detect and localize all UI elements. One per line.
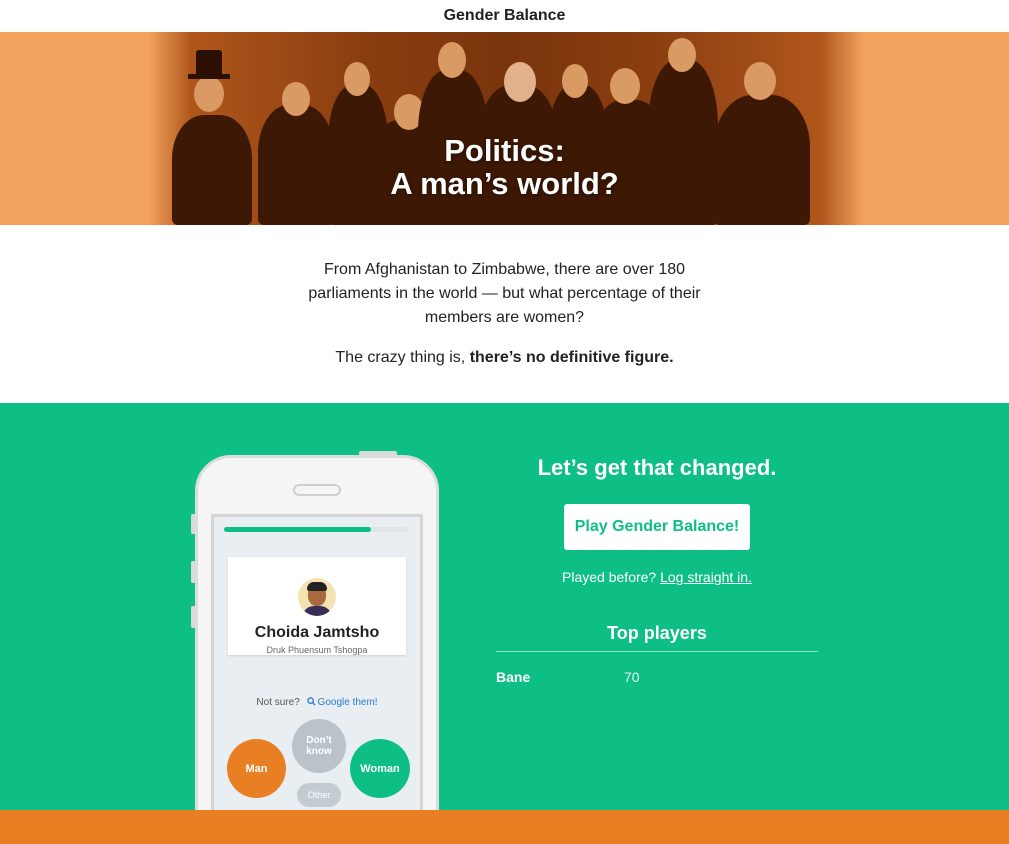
play-button[interactable]: Play Gender Balance! <box>564 504 750 550</box>
played-before-label: Played before? <box>562 569 657 585</box>
intro-paragraph-emphasis: The crazy thing is, there’s no definitiv… <box>300 346 709 370</box>
hero-title-line2: A man’s world? <box>390 166 619 201</box>
leaderboard-divider <box>496 651 818 652</box>
intro-prefix: The crazy thing is, <box>335 349 470 366</box>
game-progress-fill <box>224 527 372 532</box>
google-them-link[interactable]: Google them! <box>303 697 378 708</box>
politician-party: Druk Phuensum Tshogpa <box>266 645 368 655</box>
search-icon <box>306 697 316 706</box>
politician-avatar <box>298 578 336 616</box>
leaderboard-title: Top players <box>607 623 707 643</box>
other-button[interactable]: Other <box>297 783 341 807</box>
login-link[interactable]: Log straight in. <box>660 569 752 585</box>
site-header: Gender Balance <box>0 0 1009 32</box>
not-sure-row: Not sure? Google them! <box>214 697 420 708</box>
dont-know-button[interactable]: Don’t know <box>292 719 346 773</box>
politician-card: Choida Jamtsho Druk Phuensum Tshogpa <box>228 557 406 655</box>
hero-title: Politics: A man’s world? <box>0 134 1009 200</box>
dont-know-label: Don’t know <box>306 735 332 757</box>
intro-paragraph: From Afghanistan to Zimbabwe, there are … <box>308 261 701 326</box>
politician-name: Choida Jamtsho <box>254 624 380 641</box>
man-button[interactable]: Man <box>227 739 286 798</box>
intro-text: From Afghanistan to Zimbabwe, there are … <box>300 258 709 370</box>
hero-title-line1: Politics: <box>444 133 565 168</box>
not-sure-label: Not sure? <box>256 697 300 708</box>
woman-button[interactable]: Woman <box>350 739 410 798</box>
site-title[interactable]: Gender Balance <box>444 7 566 25</box>
leaderboard-player-score: 70 <box>624 669 640 685</box>
google-them-label: Google them! <box>317 697 378 708</box>
cta-heading: Let’s get that changed. <box>537 455 777 480</box>
intro-bold: there’s no definitive figure. <box>469 349 674 366</box>
leaderboard-player-name: Bane <box>496 669 531 685</box>
cta-section: Choida Jamtsho Druk Phuensum Tshogpa Not… <box>0 403 1009 810</box>
hero-banner: Politics: A man’s world? <box>0 32 1009 225</box>
phone-screen: Choida Jamtsho Druk Phuensum Tshogpa Not… <box>211 514 423 810</box>
played-before-row: Played before? Log straight in. <box>496 569 818 585</box>
phone-speaker <box>293 484 341 496</box>
phone-mockup: Choida Jamtsho Druk Phuensum Tshogpa Not… <box>195 455 439 810</box>
footer-band <box>0 810 1009 844</box>
game-progress-bar <box>224 527 408 532</box>
